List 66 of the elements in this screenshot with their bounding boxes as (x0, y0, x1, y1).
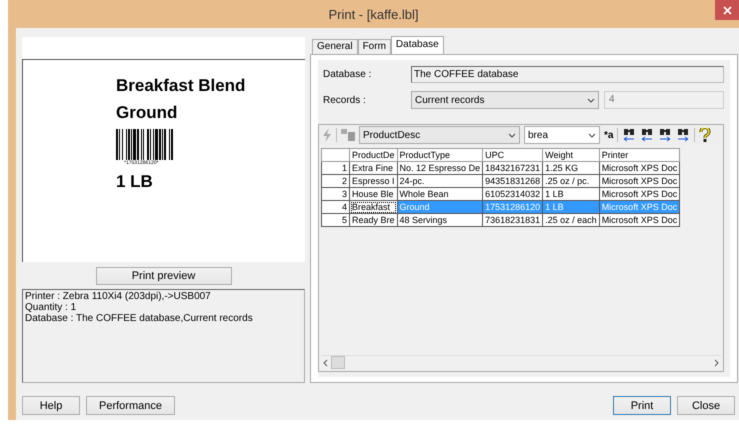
dialog-button[interactable]: Close (677, 396, 735, 415)
dialog-button[interactable]: Performance (86, 396, 175, 415)
scrollbar-thumb[interactable] (331, 356, 345, 369)
table-cell[interactable]: .25 oz / each (542, 214, 600, 226)
table-cell[interactable]: 94351831268 (482, 174, 543, 188)
table-cell[interactable]: Extra Fine (350, 162, 398, 174)
label-text: Ground (116, 102, 178, 124)
column-header[interactable]: ProductType (397, 148, 483, 162)
dropdown-caret-icon (508, 132, 516, 138)
row-number[interactable]: 2 (322, 174, 350, 188)
table-cell[interactable]: 48 Servings (397, 214, 483, 226)
barcode (116, 129, 174, 160)
binoculars-icon[interactable] (640, 128, 654, 142)
table-cell[interactable]: 24-pc. (397, 174, 483, 188)
field-label: Records : (323, 94, 367, 106)
dropdown-caret-icon (587, 98, 595, 102)
info-line: Printer : Zebra 110Xi4 (203dpi),->USB007 (25, 291, 212, 302)
match-case-toggle[interactable]: *a (604, 130, 614, 140)
table-cell[interactable]: 1 LB (542, 188, 600, 200)
column-header[interactable]: UPC (482, 148, 543, 162)
horizontal-scrollbar[interactable] (321, 355, 721, 369)
table-cell[interactable]: 1.25 KG (542, 162, 600, 174)
help-icon[interactable] (699, 128, 712, 142)
table-cell[interactable]: Espresso I (350, 174, 398, 188)
table-cell[interactable]: Ready Bre (350, 214, 398, 226)
window-title: Print - [kaffe.lbl] (328, 6, 419, 24)
table-cell[interactable]: No. 12 Espresso De (397, 162, 483, 174)
row-number[interactable]: 5 (322, 214, 350, 226)
label-text: 1 LB (116, 171, 154, 193)
database-field: The COFFEE database (411, 66, 724, 82)
print-preview-button[interactable]: Print preview (96, 267, 232, 285)
binoculars-icon[interactable] (676, 128, 690, 142)
table-cell[interactable]: Microsoft XPS Doc (599, 214, 680, 226)
table-cell[interactable]: .25 oz / pc. (542, 174, 600, 188)
tab[interactable]: Form (358, 39, 391, 54)
table-cell[interactable]: Microsoft XPS Doc (599, 188, 680, 200)
field-dropdown[interactable]: ProductDesc (359, 126, 520, 144)
column-header[interactable]: Weight (542, 148, 600, 162)
dropdown-caret-icon (588, 132, 596, 138)
table-cell[interactable]: House Ble (350, 188, 398, 200)
table-cell[interactable]: 18432167231 (482, 162, 543, 174)
row-number[interactable]: 3 (322, 188, 350, 200)
table-cell[interactable]: Breakfast (350, 200, 398, 214)
records-dropdown[interactable]: Current records (411, 91, 599, 109)
tab[interactable]: Database (390, 36, 444, 54)
info-line: Quantity : 1 (25, 302, 78, 313)
binoculars-icon[interactable] (622, 128, 636, 142)
table-cell[interactable]: 73618231831 (482, 214, 543, 226)
search-field[interactable]: brea (524, 126, 600, 144)
label-text: Breakfast Blend (116, 75, 246, 97)
tab[interactable]: General (312, 39, 358, 54)
dialog-button[interactable]: Help (22, 396, 80, 415)
table-cell[interactable]: 61052314032 (482, 188, 543, 200)
table-cell[interactable]: Whole Bean (397, 188, 483, 200)
row-number[interactable]: 4 (322, 200, 350, 214)
field-label: Database : (323, 68, 372, 80)
close-icon[interactable] (715, 0, 739, 20)
table-cell[interactable]: Microsoft XPS Doc (599, 162, 680, 174)
column-header[interactable]: ProductDe (350, 148, 398, 162)
record-count-field: 4 (604, 91, 724, 109)
column-header[interactable]: Printer (599, 148, 680, 162)
row-number[interactable]: 1 (322, 162, 350, 174)
binoculars-icon[interactable] (658, 128, 672, 142)
dialog-button[interactable]: Print (613, 396, 671, 415)
table-cell[interactable]: Microsoft XPS Doc (599, 174, 680, 188)
info-line: Database : The COFFEE database,Current records (25, 313, 254, 324)
